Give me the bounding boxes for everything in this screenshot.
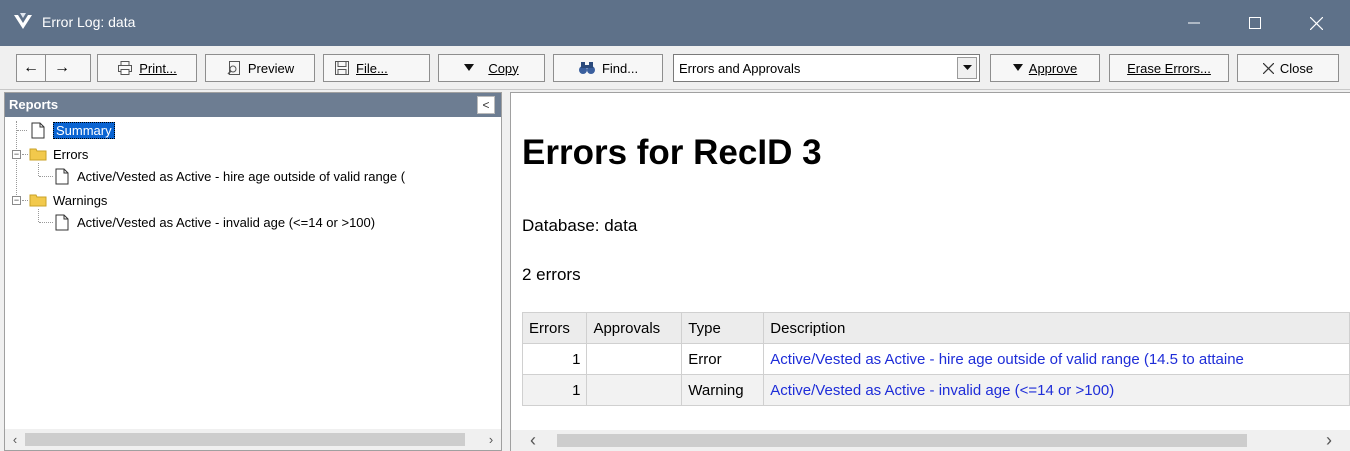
approvals-cell xyxy=(586,343,683,375)
tree-item-label: Active/Vested as Active - hire age outsi… xyxy=(77,168,406,184)
errors-cell: 1 xyxy=(521,343,588,375)
errors-cell: 1 xyxy=(521,374,588,406)
scroll-left-icon[interactable]: ‹ xyxy=(5,429,25,450)
reports-pane-header: Reports < xyxy=(5,93,501,117)
window-title: Error Log: data xyxy=(42,14,136,30)
report-type-value: Errors and Approvals xyxy=(679,61,801,76)
toolbar: ← → Print... Preview File... Copy Find..… xyxy=(0,46,1350,90)
chevron-down-icon[interactable] xyxy=(957,57,977,79)
app-logo-icon xyxy=(12,11,34,33)
tree-line xyxy=(39,222,53,223)
erase-errors-label: Erase Errors... xyxy=(1127,60,1211,76)
file-button[interactable]: File... xyxy=(323,54,430,82)
scroll-left-icon[interactable]: ‹ xyxy=(523,430,543,451)
tree-item-error[interactable]: Active/Vested as Active - hire age outsi… xyxy=(53,165,405,187)
tree-line xyxy=(22,154,28,155)
save-disk-icon xyxy=(334,60,350,76)
binoculars-icon xyxy=(578,60,596,76)
tree-item-label: Active/Vested as Active - invalid age (<… xyxy=(77,214,376,230)
error-count: 2 errors xyxy=(522,265,581,284)
approvals-cell xyxy=(586,374,683,406)
close-icon xyxy=(1309,16,1323,30)
tree-item-label: Summary xyxy=(53,121,115,139)
table-header-row: Errors Approvals Type Description xyxy=(521,312,1350,344)
description-link[interactable]: Active/Vested as Active - invalid age (<… xyxy=(763,374,1350,406)
printer-icon xyxy=(117,60,133,76)
minimize-icon xyxy=(1188,17,1200,29)
preview-label: Preview xyxy=(247,60,295,76)
close-icon xyxy=(1262,62,1274,74)
collapse-pane-button[interactable]: < xyxy=(477,96,495,114)
reports-horizontal-scrollbar[interactable]: ‹ › xyxy=(5,429,501,450)
table-row: 1 Error Active/Vested as Active - hire a… xyxy=(521,343,1350,375)
reports-pane-title: Reports xyxy=(9,97,59,112)
tree-item-warnings-folder[interactable]: Warnings xyxy=(29,189,107,211)
approve-label: Approve xyxy=(1028,60,1078,76)
document-icon xyxy=(29,121,47,139)
column-header-description: Description xyxy=(763,312,1350,344)
preview-button[interactable]: Preview xyxy=(205,54,315,82)
tree-item-errors-folder[interactable]: Errors xyxy=(29,143,88,165)
column-header-errors: Errors xyxy=(521,312,588,344)
close-report-button[interactable]: Close xyxy=(1237,54,1339,82)
folder-icon xyxy=(29,145,47,163)
collapse-warnings-toggle[interactable]: − xyxy=(12,196,21,205)
copy-label: Copy xyxy=(488,60,519,76)
scroll-right-icon[interactable]: › xyxy=(1319,430,1339,451)
tree-line xyxy=(39,176,53,177)
table-row: 1 Warning Active/Vested as Active - inva… xyxy=(521,374,1350,406)
scrollbar-thumb[interactable] xyxy=(25,433,465,446)
close-window-button[interactable] xyxy=(1293,0,1339,46)
document-icon xyxy=(53,167,71,185)
reports-pane: Reports < Summary − Errors Active/Vested… xyxy=(4,92,502,451)
tree-item-summary[interactable]: Summary xyxy=(29,119,115,141)
file-label: File... xyxy=(356,60,388,76)
scrollbar-thumb[interactable] xyxy=(557,434,1247,447)
forward-button[interactable]: → xyxy=(45,54,91,82)
back-button[interactable]: ← xyxy=(16,54,46,82)
report-horizontal-scrollbar[interactable]: ‹ › xyxy=(511,430,1350,451)
maximize-button[interactable] xyxy=(1232,0,1278,46)
tree-item-warning[interactable]: Active/Vested as Active - invalid age (<… xyxy=(53,211,375,233)
back-arrow-icon: ← xyxy=(23,59,39,76)
preview-icon xyxy=(226,60,242,76)
title-bar: Error Log: data xyxy=(0,0,1350,46)
description-link[interactable]: Active/Vested as Active - hire age outsi… xyxy=(763,343,1350,375)
tree-item-label: Errors xyxy=(53,146,89,162)
dropdown-arrow-icon xyxy=(464,64,475,72)
folder-icon xyxy=(29,191,47,209)
scroll-right-icon[interactable]: › xyxy=(481,429,501,450)
collapse-errors-toggle[interactable]: − xyxy=(12,150,21,159)
close-label: Close xyxy=(1279,60,1314,76)
column-header-approvals: Approvals xyxy=(586,312,683,344)
print-label: Print... xyxy=(139,60,177,76)
print-button[interactable]: Print... xyxy=(97,54,197,82)
approve-button[interactable]: Approve xyxy=(990,54,1100,82)
tree-item-label: Warnings xyxy=(53,192,108,208)
find-button[interactable]: Find... xyxy=(553,54,663,82)
erase-errors-button[interactable]: Erase Errors... xyxy=(1109,54,1229,82)
column-header-type: Type xyxy=(681,312,765,344)
report-type-select[interactable]: Errors and Approvals xyxy=(673,54,980,82)
tree-line xyxy=(17,130,27,131)
reports-tree: Summary − Errors Active/Vested as Active… xyxy=(5,117,501,429)
type-cell: Error xyxy=(681,343,765,375)
document-icon xyxy=(53,213,71,231)
tree-line xyxy=(22,200,28,201)
report-heading: Errors for RecID 3 xyxy=(522,133,822,172)
find-label: Find... xyxy=(601,60,639,76)
tree-line xyxy=(16,121,17,205)
type-cell: Warning xyxy=(681,374,765,406)
copy-button[interactable]: Copy xyxy=(438,54,545,82)
database-label: Database: data xyxy=(522,216,638,235)
forward-arrow-icon: → xyxy=(54,59,70,76)
report-view: Errors for RecID 3 Database: data 2 erro… xyxy=(510,92,1350,451)
maximize-icon xyxy=(1249,17,1261,29)
errors-table: Errors Approvals Type Description 1 Erro… xyxy=(521,312,1350,406)
minimize-button[interactable] xyxy=(1171,0,1217,46)
dropdown-arrow-icon xyxy=(1012,64,1023,72)
